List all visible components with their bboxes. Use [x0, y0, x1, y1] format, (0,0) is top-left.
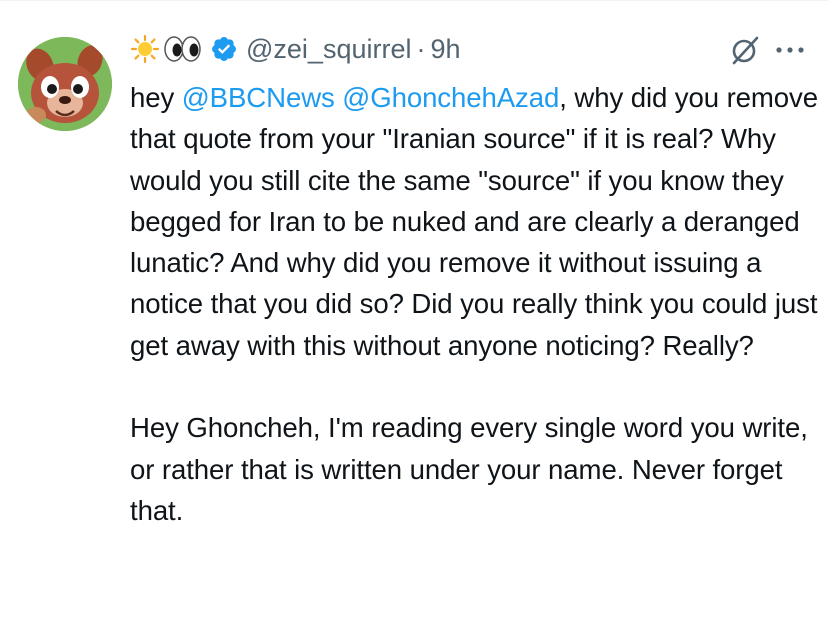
verified-badge-icon[interactable] — [210, 35, 238, 63]
mention-ghonchehazad[interactable]: @GhonchehAzad — [342, 82, 559, 113]
more-icon[interactable] — [772, 35, 808, 65]
avatar[interactable] — [18, 37, 112, 131]
grok-icon[interactable] — [728, 33, 762, 67]
tweet-paragraph-1: hey @BBCNews @GhonchehAzad, why did you … — [130, 77, 820, 366]
tweet-text: hey @BBCNews @GhonchehAzad, why did you … — [130, 77, 820, 531]
avatar-image — [18, 37, 112, 131]
mention-bbcnews[interactable]: @BBCNews — [182, 82, 335, 113]
tweet[interactable]: @zei_squirrel · 9h hey @BBCNews @Ghonche… — [0, 0, 828, 618]
sun-emoji — [130, 34, 160, 64]
tweet-paragraph-2: Hey Ghoncheh, I'm reading every single w… — [130, 412, 808, 526]
tweet-intro: hey — [130, 82, 182, 113]
tweet-paragraph-1-text: , why did you remove that quote from you… — [130, 82, 818, 361]
author-handle[interactable]: @zei_squirrel — [246, 27, 411, 71]
tweet-timestamp[interactable]: 9h — [430, 27, 460, 71]
header-separator: · — [416, 34, 426, 64]
eyes-emoji — [162, 34, 202, 64]
tweet-header: @zei_squirrel · 9h — [130, 27, 461, 71]
